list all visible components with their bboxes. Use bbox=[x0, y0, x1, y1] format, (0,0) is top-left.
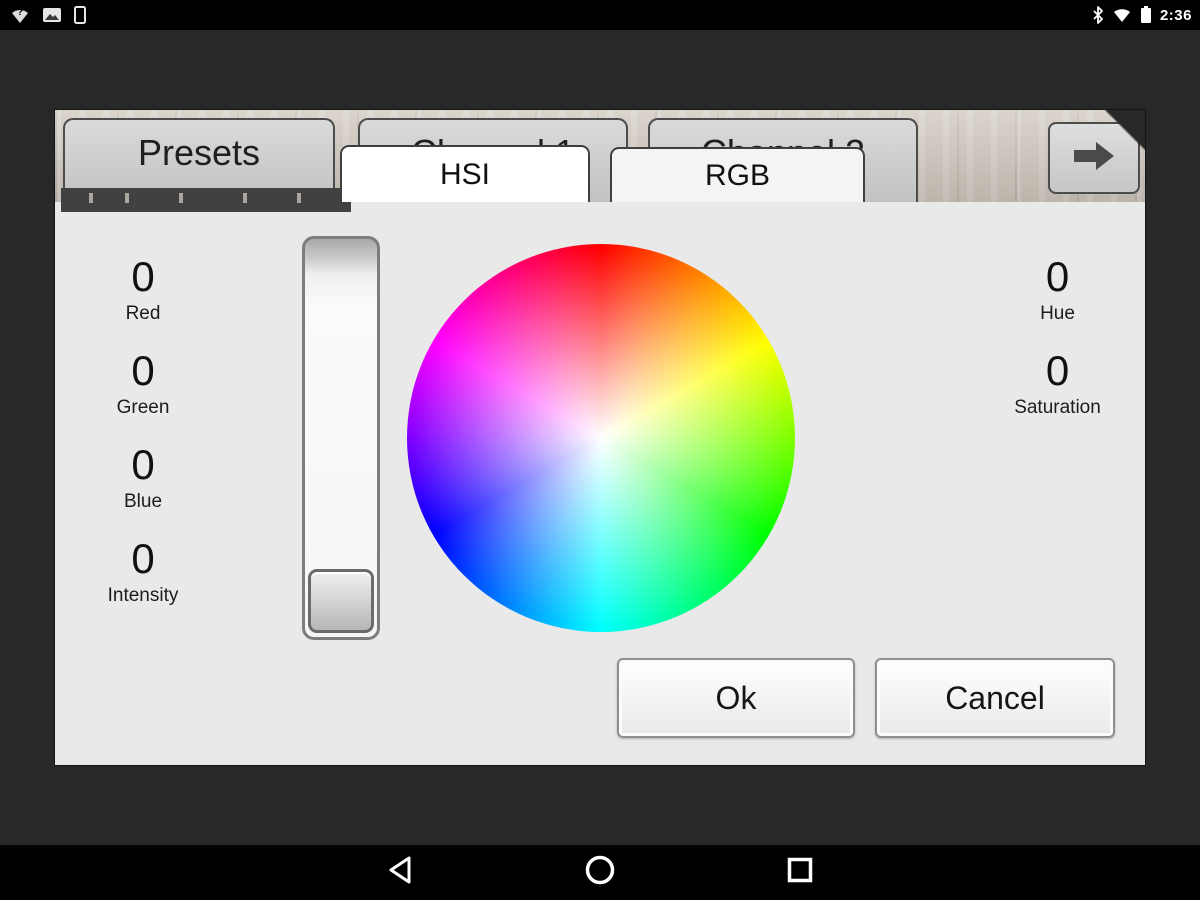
green-value: 0 bbox=[131, 347, 155, 394]
value-blue: 0 Blue bbox=[124, 442, 162, 516]
status-bar-right: 2:36 bbox=[1092, 6, 1200, 24]
hsi-values-column: 0 Hue 0 Saturation bbox=[985, 254, 1130, 442]
value-intensity: 0 Intensity bbox=[108, 536, 179, 610]
android-nav-bar bbox=[0, 845, 1200, 900]
green-label: Green bbox=[116, 397, 170, 418]
red-label: Red bbox=[125, 303, 161, 324]
blue-label: Blue bbox=[123, 491, 163, 512]
value-red: 0 Red bbox=[126, 254, 161, 328]
rgb-values-column: 0 Red 0 Green 0 Blue 0 Intensity bbox=[73, 254, 213, 630]
text-fragment bbox=[297, 193, 301, 203]
value-saturation: 0 Saturation bbox=[1014, 348, 1101, 422]
back-button[interactable] bbox=[380, 853, 420, 893]
recents-button[interactable] bbox=[780, 853, 820, 893]
hsi-color-wheel[interactable] bbox=[407, 244, 795, 632]
text-fragment bbox=[89, 193, 93, 203]
network-question-icon: ? bbox=[10, 6, 30, 24]
ok-button[interactable]: Ok bbox=[617, 658, 855, 738]
recents-icon bbox=[786, 856, 814, 889]
blue-value: 0 bbox=[131, 441, 155, 488]
text-fragment bbox=[179, 193, 183, 203]
bluetooth-icon bbox=[1092, 6, 1104, 24]
saturation-label: Saturation bbox=[1014, 397, 1101, 418]
text-fragment bbox=[243, 193, 247, 203]
corner-cut-decoration bbox=[1105, 110, 1145, 150]
device-icon bbox=[74, 6, 86, 24]
back-icon bbox=[387, 856, 413, 889]
hue-label: Hue bbox=[1040, 303, 1075, 324]
red-value: 0 bbox=[131, 253, 155, 300]
clock: 2:36 bbox=[1159, 6, 1192, 24]
obscured-content-strip bbox=[61, 188, 351, 212]
value-hue: 0 Hue bbox=[1040, 254, 1075, 328]
intensity-value: 0 bbox=[131, 535, 155, 582]
text-fragment bbox=[125, 193, 129, 203]
fixture-color-dialog: Presets Channel 1 Channel 2 HSI RGB 0 Re… bbox=[55, 110, 1145, 765]
home-icon bbox=[584, 854, 616, 891]
image-icon bbox=[42, 7, 62, 23]
battery-icon bbox=[1140, 6, 1152, 24]
status-bar: ? 2:36 bbox=[0, 0, 1200, 30]
tab-hsi[interactable]: HSI bbox=[340, 145, 590, 202]
status-bar-left: ? bbox=[0, 6, 86, 24]
hue-value: 0 bbox=[1045, 253, 1070, 300]
home-button[interactable] bbox=[580, 853, 620, 893]
saturation-value: 0 bbox=[1045, 347, 1070, 394]
wifi-icon bbox=[1112, 7, 1132, 23]
cancel-button[interactable]: Cancel bbox=[875, 658, 1115, 738]
intensity-slider-handle[interactable] bbox=[308, 569, 374, 633]
intensity-slider[interactable] bbox=[302, 236, 380, 640]
value-green: 0 Green bbox=[117, 348, 170, 422]
tab-rgb[interactable]: RGB bbox=[610, 147, 865, 202]
question-mark: ? bbox=[17, 7, 24, 18]
intensity-label: Intensity bbox=[107, 585, 179, 606]
